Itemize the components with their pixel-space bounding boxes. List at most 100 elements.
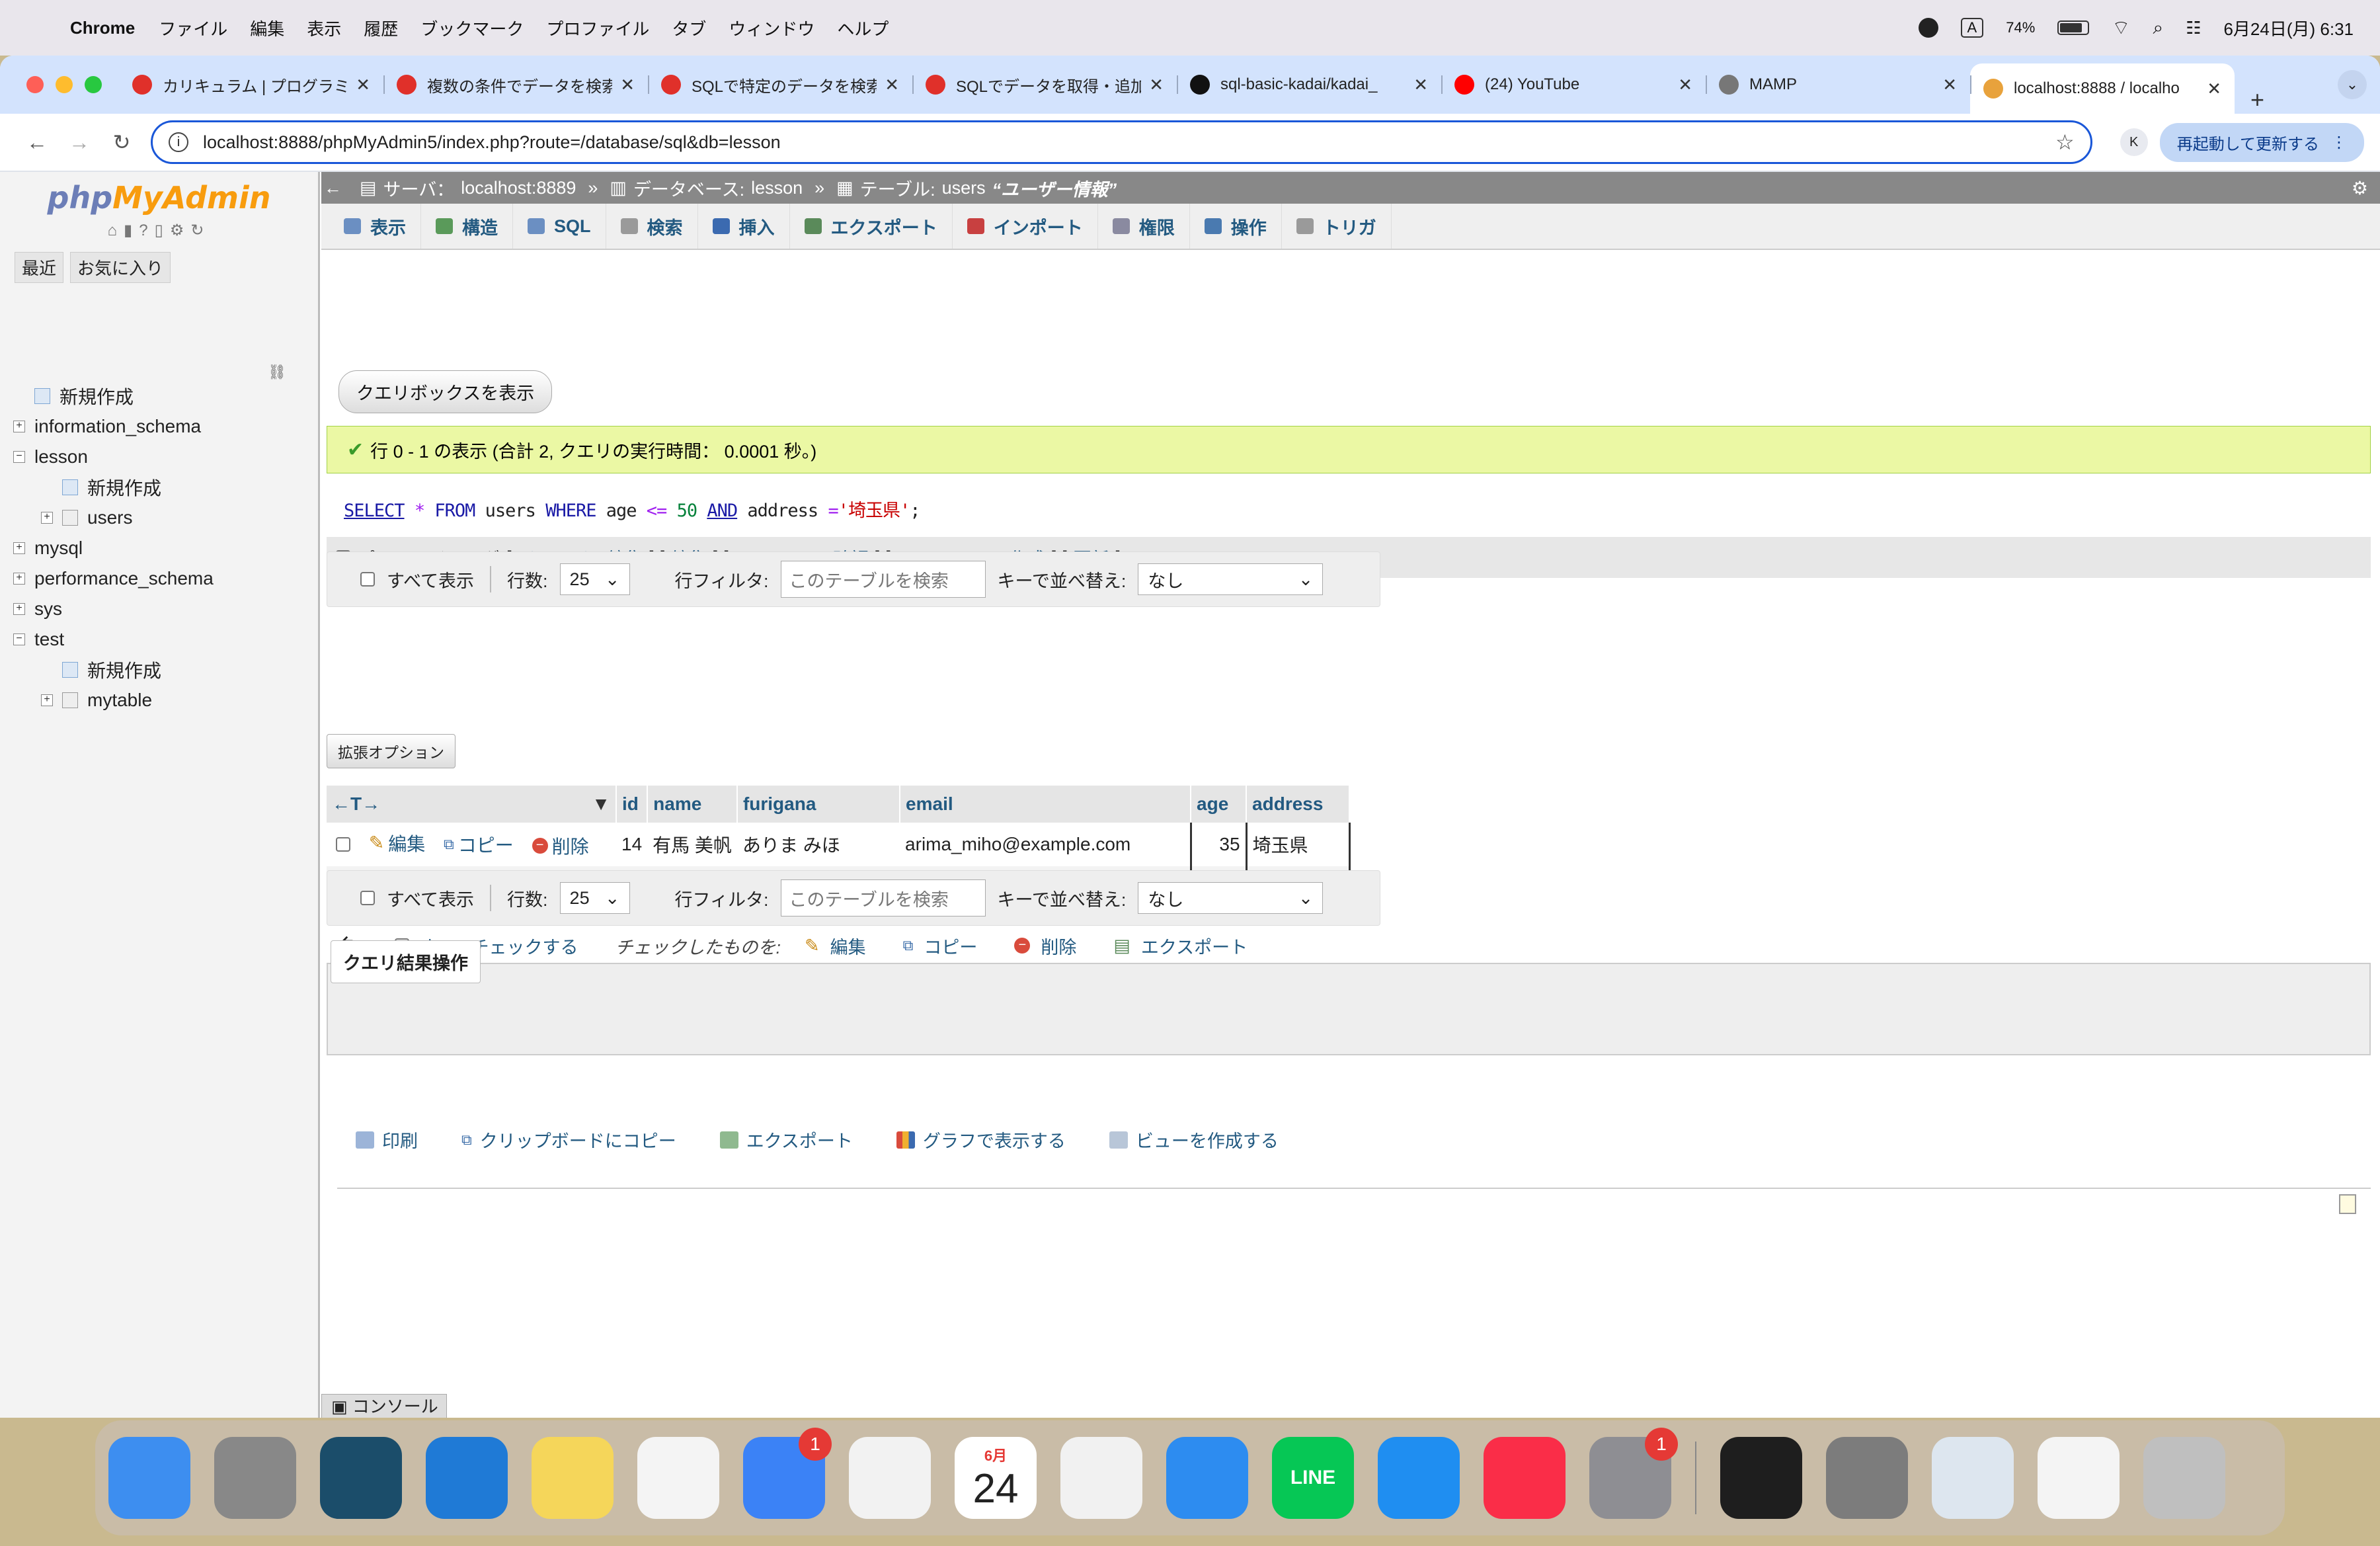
expand-icon[interactable]: +: [13, 573, 25, 585]
tree-item-db[interactable]: + sys: [13, 594, 214, 624]
battery-icon[interactable]: [2057, 20, 2090, 35]
collapse-icon[interactable]: −: [13, 451, 25, 463]
terminal-icon[interactable]: [1720, 1437, 1802, 1519]
close-tab-icon[interactable]: ✕: [620, 75, 635, 95]
close-tab-icon[interactable]: ✕: [1413, 75, 1428, 95]
tab-search-icon[interactable]: ⌄: [2338, 70, 2367, 99]
browser-tab[interactable]: (24) YouTube ✕: [1441, 63, 1706, 106]
expand-icon[interactable]: +: [13, 421, 25, 432]
wifi-icon[interactable]: ⌔: [2112, 15, 2130, 40]
keyboard-icon[interactable]: [320, 1437, 402, 1519]
reload-icon[interactable]: ↻: [100, 130, 143, 155]
export-button[interactable]: エクスポート: [719, 1127, 853, 1153]
menu-window[interactable]: ウィンドウ: [729, 16, 814, 40]
tree-item-label[interactable]: 新規作成: [87, 657, 161, 683]
tree-item-db[interactable]: − test: [13, 624, 214, 655]
row-checkbox[interactable]: [336, 836, 350, 852]
show-query-box-button[interactable]: クエリボックスを表示: [338, 370, 553, 413]
chrome-icon[interactable]: [1060, 1437, 1142, 1519]
tree-item-db[interactable]: + mysql: [13, 533, 214, 563]
tree-item-label[interactable]: mysql: [34, 538, 83, 559]
close-tab-icon[interactable]: ✕: [1678, 75, 1692, 95]
line-icon[interactable]: LINE: [1272, 1437, 1354, 1519]
tree-item-label[interactable]: test: [34, 629, 64, 650]
menu-profile[interactable]: プロファイル: [546, 16, 649, 40]
tree-item-label[interactable]: lesson: [34, 446, 88, 468]
new-tab-button[interactable]: +: [2250, 86, 2264, 114]
cell-id[interactable]: 14: [616, 823, 648, 866]
menu-tab[interactable]: タブ: [672, 16, 706, 40]
breadcrumb-server[interactable]: localhost:8889: [461, 178, 576, 198]
tab-7[interactable]: 権限: [1098, 204, 1190, 249]
profile-avatar[interactable]: K: [2120, 128, 2148, 156]
settings-icon[interactable]: 1: [1589, 1428, 1678, 1519]
bulk-export-button[interactable]: エクスポート: [1141, 933, 1248, 959]
menu-file[interactable]: ファイル: [159, 16, 227, 40]
browser-tab[interactable]: SQLでデータを取得・追加 ✕: [912, 63, 1177, 106]
sort-by-key-select[interactable]: なし ⌄: [1138, 882, 1324, 914]
tab-3[interactable]: 検索: [606, 204, 698, 249]
rows-per-page-select[interactable]: 25 ⌄: [559, 563, 630, 595]
csv-icon[interactable]: [2038, 1437, 2120, 1519]
close-tab-icon[interactable]: ✕: [885, 75, 899, 95]
close-tab-icon[interactable]: ✕: [2207, 79, 2221, 99]
bulk-edit-button[interactable]: 編集: [830, 933, 866, 959]
phpmyadmin-logo[interactable]: phpMyAdmin: [0, 180, 318, 216]
back-icon[interactable]: ←: [16, 130, 58, 155]
zoom-window-button[interactable]: [85, 76, 102, 93]
tree-item-new[interactable]: 新規作成: [13, 655, 214, 685]
cell-age[interactable]: 35: [1189, 823, 1248, 866]
close-tab-icon[interactable]: ✕: [1149, 75, 1164, 95]
tree-item-table[interactable]: + users: [13, 503, 214, 533]
show-all-checkbox[interactable]: [360, 891, 375, 905]
browser-tab[interactable]: SQLで特定のデータを検索 ✕: [648, 63, 912, 106]
create-view-button[interactable]: ビューを作成する: [1109, 1127, 1279, 1153]
mail-icon[interactable]: 1: [743, 1428, 832, 1519]
site-info-icon[interactable]: i: [169, 132, 188, 152]
line-status-icon[interactable]: [1918, 18, 1938, 38]
column-header-furigana[interactable]: furigana: [736, 786, 901, 823]
menubar-app-name[interactable]: Chrome: [70, 18, 135, 38]
tree-item-label[interactable]: 新規作成: [87, 474, 161, 501]
cell-furigana[interactable]: ありま みほ: [736, 823, 900, 866]
display-chart-button[interactable]: グラフで表示する: [896, 1127, 1066, 1153]
finder-icon[interactable]: [108, 1437, 190, 1519]
sql-keyword[interactable]: SELECT: [344, 501, 405, 521]
console-toggle[interactable]: ▣ コンソール: [321, 1394, 447, 1418]
url-text[interactable]: localhost:8888/phpMyAdmin5/index.php?rou…: [203, 132, 2055, 153]
expand-icon[interactable]: +: [13, 542, 25, 554]
tab-8[interactable]: 操作: [1190, 204, 1282, 249]
freeform-icon[interactable]: [637, 1437, 719, 1519]
collapse-nav-icon[interactable]: ←: [324, 178, 342, 198]
column-header-id[interactable]: id: [616, 786, 649, 823]
menu-help[interactable]: ヘルプ: [837, 16, 889, 40]
tree-item-label[interactable]: mytable: [87, 690, 152, 711]
print-button[interactable]: 印刷: [356, 1127, 418, 1153]
bookmark-star-icon[interactable]: ☆: [2055, 130, 2075, 155]
tree-item-new[interactable]: 新規作成: [13, 472, 214, 503]
row-delete-button[interactable]: −削除: [532, 833, 589, 859]
help-icon[interactable]: ?: [139, 222, 154, 239]
tab-2[interactable]: SQL: [513, 204, 606, 249]
collapse-icon[interactable]: −: [13, 633, 25, 645]
trash-icon[interactable]: [2143, 1437, 2225, 1519]
link-with-main-icon[interactable]: ⛓: [268, 364, 286, 381]
cell-name[interactable]: 有馬 美帆: [647, 823, 737, 866]
photos-icon[interactable]: [849, 1437, 931, 1519]
cell-address[interactable]: 埼玉県: [1245, 823, 1351, 866]
row-copy-button[interactable]: ⧉コピー: [444, 831, 514, 858]
tree-item-db[interactable]: + performance_schema: [13, 563, 214, 594]
tree-item-label[interactable]: sys: [34, 598, 62, 620]
home-icon[interactable]: ⌂: [108, 222, 124, 239]
preview-icon[interactable]: [1932, 1437, 2014, 1519]
breadcrumb-db[interactable]: lesson: [751, 178, 803, 198]
tree-item-db[interactable]: − lesson: [13, 442, 214, 472]
expand-icon[interactable]: +: [41, 512, 53, 524]
browser-tab[interactable]: カリキュラム | プログラミ ✕: [119, 63, 383, 106]
vscode-icon[interactable]: [426, 1437, 508, 1519]
search-icon[interactable]: ⌕: [2153, 17, 2163, 39]
tab-6[interactable]: インポート: [953, 204, 1098, 249]
close-window-button[interactable]: [26, 76, 44, 93]
column-header-email[interactable]: email: [900, 786, 1192, 823]
column-header-address[interactable]: address: [1246, 786, 1351, 823]
